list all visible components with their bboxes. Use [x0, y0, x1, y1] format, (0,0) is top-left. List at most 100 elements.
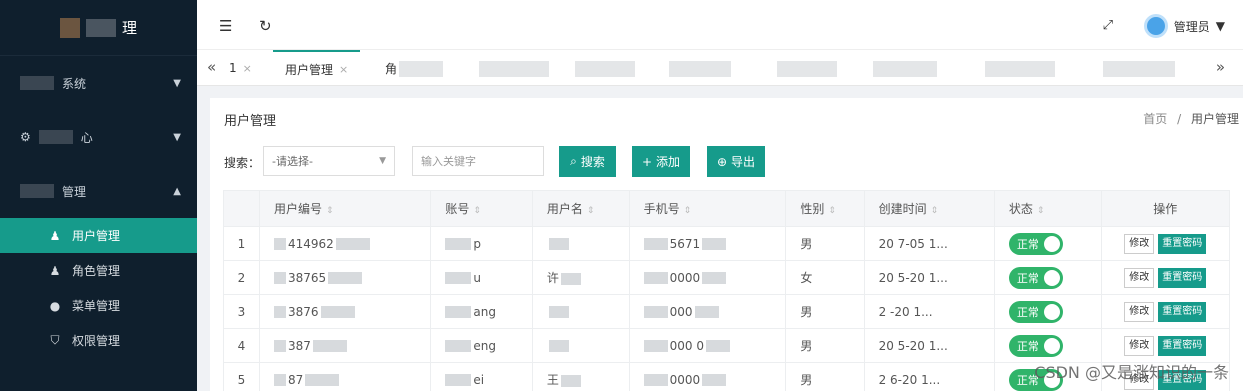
sidebar-item-role-management[interactable]: ♟ 角色管理	[0, 253, 197, 288]
cell-text: ei	[473, 372, 485, 387]
cell-text: u	[473, 270, 481, 285]
sidebar-item-label: 用户管理	[72, 229, 121, 243]
gear-icon: ⚙	[20, 130, 31, 144]
reset-password-button[interactable]: 重置密码	[1158, 233, 1207, 254]
breadcrumb-current: 用户管理	[1190, 112, 1239, 126]
cell-text: 2 6-20 1...	[878, 372, 941, 387]
caret-up-icon: ▲	[173, 185, 181, 197]
toggle-knob	[1043, 235, 1060, 252]
cell-account: ei	[430, 362, 533, 391]
cell-text: 5671	[669, 236, 701, 251]
tab-role[interactable]: 角	[385, 50, 397, 86]
tab-user-management[interactable]: 用户管理 ×	[273, 50, 361, 86]
close-icon[interactable]: ×	[243, 62, 252, 75]
status-toggle[interactable]: 正常	[1008, 266, 1063, 289]
refresh-icon[interactable]: ↻	[259, 17, 272, 35]
redacted-block	[328, 272, 363, 284]
cell-status: 正常	[993, 226, 1102, 261]
edit-button[interactable]: 修改	[1124, 267, 1155, 288]
edit-button[interactable]: 修改	[1124, 233, 1155, 254]
tabs-scroll-right-icon[interactable]: »	[1216, 58, 1225, 76]
cell-username: 许	[531, 260, 630, 295]
tab-label: 1	[229, 61, 237, 75]
add-button[interactable]: + 添加	[632, 146, 690, 177]
status-text: 正常	[1016, 339, 1039, 353]
redacted-block	[305, 374, 340, 386]
sidebar-group-label: 心	[80, 130, 93, 145]
col-gender[interactable]: 性别 ⇕	[785, 190, 865, 227]
sidebar-group-system[interactable]: 系统 ▼	[0, 56, 197, 110]
cell-created-time: 20 7-05 1...	[863, 226, 995, 261]
row-index-text: 2	[237, 270, 246, 285]
col-username[interactable]: 用户名 ⇕	[531, 190, 630, 227]
status-toggle[interactable]: 正常	[1008, 300, 1063, 323]
redacted-block	[643, 238, 668, 250]
redacted-tab	[777, 61, 837, 77]
redacted-block	[560, 272, 581, 285]
cell-text: 387	[288, 338, 311, 353]
shield-icon: ⛉	[50, 333, 60, 347]
reset-password-button[interactable]: 重置密码	[1158, 301, 1207, 322]
column-label: 状态	[1008, 202, 1033, 216]
caret-down-icon: ▼	[173, 131, 181, 143]
tab-first[interactable]: 1 ×	[229, 50, 252, 86]
app-logo: 理	[0, 0, 197, 56]
col-account[interactable]: 账号 ⇕	[430, 190, 533, 227]
status-toggle[interactable]: 正常	[1008, 232, 1063, 255]
sidebar-item-permission-management[interactable]: ⛉ 权限管理	[0, 323, 197, 358]
redacted-block	[445, 374, 472, 386]
table-row: 3 3876 ang 000 男 2 -20 1... 正常 修改 重置密码	[223, 294, 1231, 329]
sidebar-group-management[interactable]: 管理 ▲	[0, 164, 197, 218]
cell-text: 000	[669, 304, 693, 319]
sidebar-item-menu-management[interactable]: ● 菜单管理	[0, 288, 197, 323]
redacted-block	[643, 374, 668, 386]
redacted-tab	[985, 61, 1055, 77]
column-label: 手机号	[643, 202, 680, 216]
row-index: 3	[223, 294, 260, 329]
toggle-knob	[1043, 269, 1060, 286]
cell-gender: 男	[785, 226, 865, 261]
tabs-scroll-left-icon[interactable]: «	[207, 58, 216, 76]
redacted-block	[548, 340, 569, 352]
cell-actions: 修改 重置密码	[1100, 328, 1231, 363]
redacted-block	[320, 306, 355, 318]
reset-password-button[interactable]: 重置密码	[1158, 335, 1207, 356]
person-icon: ♟	[49, 263, 61, 278]
sidebar-item-label: 权限管理	[72, 334, 121, 348]
sort-icon: ⇕	[930, 206, 939, 216]
col-user-id[interactable]: 用户编号 ⇕	[258, 190, 432, 227]
breadcrumb-home[interactable]: 首页	[1143, 112, 1167, 126]
export-button[interactable]: ⊕ 导出	[707, 146, 765, 177]
cell-text: 414962	[288, 236, 334, 251]
search-field-select[interactable]: -请选择- ▼	[263, 146, 395, 176]
logo-icon	[59, 17, 80, 38]
redacted-block	[445, 306, 472, 318]
collapse-menu-icon[interactable]: ☰	[219, 17, 232, 35]
sidebar-item-user-management[interactable]: ♟ 用户管理	[0, 218, 197, 253]
edit-button[interactable]: 修改	[1124, 335, 1155, 356]
col-created-time[interactable]: 创建时间 ⇕	[863, 190, 995, 227]
status-toggle[interactable]: 正常	[1008, 334, 1063, 357]
sidebar-item-label: 角色管理	[72, 264, 121, 278]
cell-actions: 修改 重置密码	[1100, 294, 1231, 329]
edit-button[interactable]: 修改	[1124, 301, 1155, 322]
redacted-tab	[873, 61, 937, 77]
cell-user-id: 414962	[258, 226, 432, 261]
row-index: 5	[223, 362, 260, 391]
caret-down-icon: ▼	[1215, 19, 1225, 33]
user-menu[interactable]: 管理员 ▼	[1143, 14, 1225, 38]
status-text: 正常	[1016, 271, 1039, 285]
col-status[interactable]: 状态 ⇕	[993, 190, 1102, 227]
keyword-input[interactable]	[412, 146, 544, 176]
redacted-block	[702, 374, 727, 386]
fullscreen-icon[interactable]: ⤢	[1103, 18, 1113, 33]
redacted-tab	[575, 61, 635, 77]
search-button[interactable]: ⌕ 搜索	[559, 146, 616, 177]
col-phone[interactable]: 手机号 ⇕	[628, 190, 787, 227]
reset-password-button[interactable]: 重置密码	[1158, 267, 1207, 288]
cell-username: 王	[531, 362, 630, 391]
close-icon[interactable]: ×	[339, 63, 348, 76]
redacted-block	[560, 374, 581, 387]
sidebar-group-center[interactable]: ⚙ 心 ▼	[0, 110, 197, 164]
cell-text: 男	[800, 305, 813, 319]
